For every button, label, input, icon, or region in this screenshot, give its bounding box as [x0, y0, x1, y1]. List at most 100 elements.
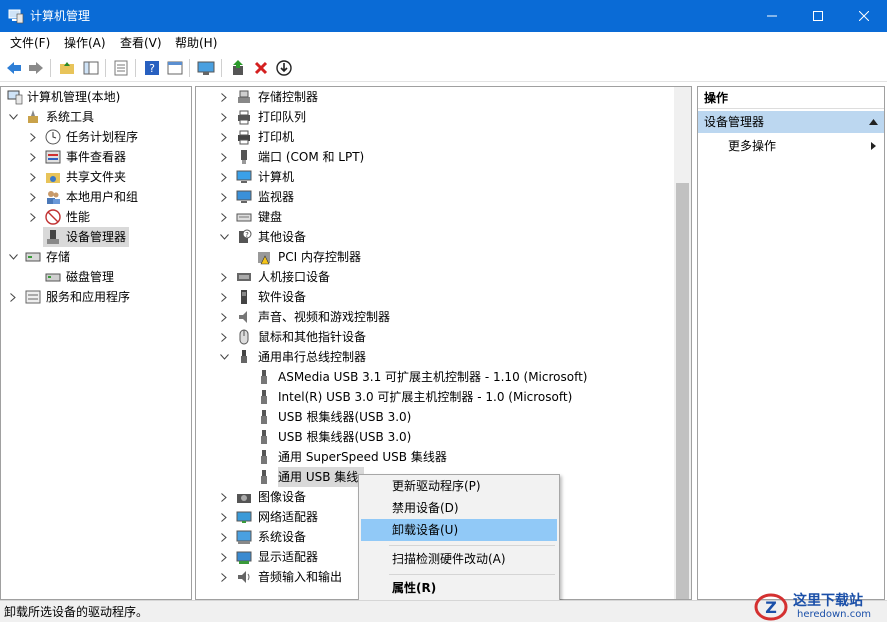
device-usb-root-hub-2[interactable]: USB 根集线器(USB 3.0) [196, 427, 666, 447]
device-category-ports[interactable]: 端口 (COM 和 LPT) [196, 147, 666, 167]
menu-item-uninstall-device[interactable]: 卸载设备(U) [361, 519, 557, 541]
menu-file[interactable]: 文件(F) [10, 35, 50, 51]
chevron-right-icon[interactable] [218, 87, 230, 107]
device-category-storage-controllers[interactable]: 存储控制器 [196, 87, 666, 107]
menu-item-update-driver[interactable]: 更新驱动程序(P) [361, 475, 557, 497]
users-icon [47, 191, 60, 204]
tree-item-root[interactable]: 计算机管理(本地) [1, 87, 191, 107]
uninstall-device-button[interactable] [252, 59, 270, 77]
device-category-printers[interactable]: 打印机 [196, 127, 666, 147]
chevron-down-icon[interactable] [218, 227, 230, 247]
chevron-right-icon[interactable] [218, 107, 230, 127]
menu-help[interactable]: 帮助(H) [175, 35, 217, 51]
tree-item-performance[interactable]: 性能 [1, 207, 191, 227]
device-label: ASMedia USB 3.1 可扩展主机控制器 - 1.10 (Microso… [278, 370, 588, 384]
menu-item-disable-device[interactable]: 禁用设备(D) [361, 497, 557, 519]
minimize-button[interactable] [749, 0, 795, 32]
scan-hardware-button[interactable] [275, 59, 293, 77]
device-category-usb-controllers[interactable]: 通用串行总线控制器 [196, 347, 666, 367]
menu-separator [389, 574, 555, 575]
tree-item-disk-management[interactable]: 磁盘管理 [1, 267, 191, 287]
chevron-down-icon[interactable] [7, 107, 19, 127]
watermark: Z 这里下载站 heredown.com [753, 590, 885, 624]
collapse-up-icon[interactable] [869, 119, 878, 125]
chevron-right-icon[interactable] [218, 147, 230, 167]
monitor-button[interactable] [197, 59, 215, 77]
chevron-right-icon[interactable] [218, 527, 230, 547]
device-category-monitors[interactable]: 监视器 [196, 187, 666, 207]
device-category-sound-video[interactable]: 声音、视频和游戏控制器 [196, 307, 666, 327]
tree-item-services[interactable]: 服务和应用程序 [1, 287, 191, 307]
mouse-icon [239, 329, 249, 345]
chevron-right-icon[interactable] [218, 487, 230, 507]
show-hide-tree-button[interactable] [82, 59, 100, 77]
chevron-down-icon[interactable] [7, 247, 19, 267]
chevron-right-icon[interactable] [218, 267, 230, 287]
chevron-right-icon[interactable] [218, 127, 230, 147]
device-label: 其他设备 [258, 230, 307, 244]
chevron-right-icon[interactable] [27, 127, 39, 147]
tree-item-storage[interactable]: 存储 [1, 247, 191, 267]
actions-section-label: 设备管理器 [704, 115, 765, 129]
maximize-button[interactable] [795, 0, 841, 32]
tree-item-device-manager[interactable]: 设备管理器 [43, 227, 129, 247]
update-driver-button[interactable] [229, 59, 247, 77]
menu-item-scan-hardware[interactable]: 扫描检测硬件改动(A) [361, 548, 557, 570]
device-category-print-queues[interactable]: 打印队列 [196, 107, 666, 127]
svg-text:?: ? [149, 62, 155, 75]
chevron-right-icon[interactable] [218, 287, 230, 307]
device-usb-asmedia[interactable]: ASMedia USB 3.1 可扩展主机控制器 - 1.10 (Microso… [196, 367, 666, 387]
chevron-right-icon[interactable] [27, 187, 39, 207]
device-category-software[interactable]: 软件设备 [196, 287, 666, 307]
status-text: 卸载所选设备的驱动程序。 [4, 605, 149, 619]
chevron-right-icon[interactable] [218, 507, 230, 527]
menu-action[interactable]: 操作(A) [64, 35, 106, 51]
close-button[interactable] [841, 0, 887, 32]
device-category-computer[interactable]: 计算机 [196, 167, 666, 187]
chevron-right-icon[interactable] [7, 287, 19, 307]
device-usb-superspeed-hub[interactable]: 通用 SuperSpeed USB 集线器 [196, 447, 666, 467]
back-arrow-icon [7, 62, 21, 74]
forward-button[interactable] [27, 59, 45, 77]
chevron-right-icon[interactable] [27, 147, 39, 167]
chevron-right-icon[interactable] [27, 167, 39, 187]
more-actions-item[interactable]: 更多操作 [698, 135, 884, 157]
tree-item-task-scheduler[interactable]: 任务计划程序 [1, 127, 191, 147]
device-label: 打印队列 [258, 110, 307, 124]
chevron-right-icon[interactable] [218, 567, 230, 587]
tree-item-system-tools[interactable]: 系统工具 [1, 107, 191, 127]
properties-view-button[interactable] [166, 59, 184, 77]
chevron-right-icon[interactable] [218, 327, 230, 347]
chevron-right-icon[interactable] [218, 187, 230, 207]
chevron-right-icon[interactable] [218, 207, 230, 227]
device-pci-memory-controller[interactable]: PCI 内存控制器 [196, 247, 666, 267]
device-label: 声音、视频和游戏控制器 [258, 310, 391, 324]
device-category-keyboards[interactable]: 键盘 [196, 207, 666, 227]
device-usb-intel[interactable]: Intel(R) USB 3.0 可扩展主机控制器 - 1.0 (Microso… [196, 387, 666, 407]
device-category-other-devices[interactable]: ? 其他设备 [196, 227, 666, 247]
tree-item-event-viewer[interactable]: 事件查看器 [1, 147, 191, 167]
menu-item-properties[interactable]: 属性(R) [361, 577, 557, 599]
tree-item-local-users[interactable]: 本地用户和组 [1, 187, 191, 207]
chevron-right-icon[interactable] [218, 547, 230, 567]
unknown-device-icon: ? [239, 229, 252, 243]
device-scrollbar[interactable] [674, 87, 691, 599]
scrollbar-thumb[interactable] [676, 183, 689, 599]
device-usb-root-hub-1[interactable]: USB 根集线器(USB 3.0) [196, 407, 666, 427]
folder-up-icon [60, 62, 74, 74]
actions-section-device-manager[interactable]: 设备管理器 [698, 111, 884, 133]
tree-item-shared-folders[interactable]: 共享文件夹 [1, 167, 191, 187]
chevron-right-icon[interactable] [218, 307, 230, 327]
help-button[interactable]: ? [143, 59, 161, 77]
chevron-right-icon[interactable] [218, 167, 230, 187]
disk-icon [45, 273, 61, 282]
menu-view[interactable]: 查看(V) [120, 35, 162, 51]
device-category-mice[interactable]: 鼠标和其他指针设备 [196, 327, 666, 347]
device-label: 通用串行总线控制器 [258, 350, 367, 364]
device-category-hid[interactable]: 人机接口设备 [196, 267, 666, 287]
export-list-button[interactable] [112, 59, 130, 77]
back-button[interactable] [5, 59, 23, 77]
up-folder-button[interactable] [58, 59, 76, 77]
chevron-right-icon[interactable] [27, 207, 39, 227]
chevron-down-icon[interactable] [218, 347, 230, 367]
